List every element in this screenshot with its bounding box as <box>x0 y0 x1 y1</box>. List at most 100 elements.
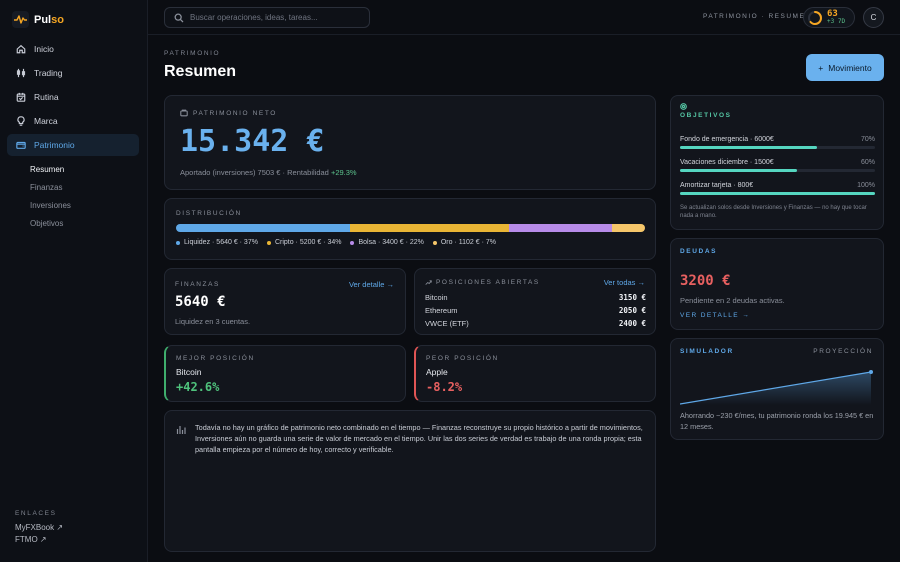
trend-up-icon <box>425 280 432 285</box>
legend-dot-icon <box>176 240 180 245</box>
add-movement-button[interactable]: + Movimiento <box>806 54 884 81</box>
bulb-icon <box>17 116 25 126</box>
net-worth-card: PATRIMONIO NETO 15.342 € Aportado (inver… <box>164 95 656 190</box>
simulator-card: SIMULADOR PROYECCIÓN Ahorrando ~230 €/me… <box>670 338 884 440</box>
external-links: ENLACES MyFXBook ↗ FTMO ↗ <box>15 510 63 547</box>
legend-label: Cripto · 5200 € · 34% <box>274 239 342 246</box>
goal-progress-track <box>680 192 875 195</box>
target-icon <box>680 103 687 110</box>
sidebar-item-label: Marca <box>34 116 58 126</box>
worst-position-value: -8.2% <box>426 380 463 394</box>
subnav-item-objetivos[interactable]: Objetivos <box>30 214 71 232</box>
worst-position-name: Apple <box>426 367 448 377</box>
legend-item: Bolsa · 3400 € · 22% <box>350 239 424 246</box>
goal-item[interactable]: Amortizar tarjeta · 800€ 100% <box>680 182 875 205</box>
wallet-icon <box>16 141 26 149</box>
finances-value: 5640 € <box>175 294 226 310</box>
sidebar-item-label: Inicio <box>34 44 54 54</box>
link-myfxbook[interactable]: MyFXBook ↗ <box>15 523 63 535</box>
goal-percent: 100% <box>857 182 875 189</box>
debts-sub: Pendiente en 2 deudas activas. <box>680 296 785 305</box>
brand-logo[interactable]: Pulso <box>12 11 64 28</box>
distribution-label: DISTRIBUCIÓN <box>176 210 242 217</box>
list-item[interactable]: Bitcoin 3150 € <box>425 291 646 304</box>
breadcrumb: PATRIMONIO · RESUMEN <box>703 13 812 20</box>
subnav-item-inversiones[interactable]: Inversiones <box>30 196 71 214</box>
distribution-card: DISTRIBUCIÓN Liquidez · 5640 € · 37% Crip… <box>164 198 656 260</box>
search-input[interactable] <box>190 13 360 22</box>
legend-dot-icon <box>432 240 437 245</box>
subnav-item-resumen[interactable]: Resumen <box>30 160 71 178</box>
legend-dot-icon <box>350 240 355 245</box>
distribution-segment <box>349 224 509 232</box>
projection-endpoint <box>869 370 873 374</box>
goal-item[interactable]: Vacaciones diciembre · 1500€ 60% <box>680 159 875 182</box>
finances-card: FINANZAS Ver detalle → 5640 € Liquidez e… <box>164 268 406 335</box>
finances-label: FINANZAS <box>175 281 220 288</box>
best-position-label: MEJOR POSICIÓN <box>176 355 255 362</box>
debts-detail-link[interactable]: VER DETALLE → <box>680 312 750 319</box>
goals-header: OBJETIVOS <box>680 103 732 119</box>
projection-line-chart <box>680 370 873 405</box>
chart-placeholder-note: Todavía no hay un gráfico de patrimonio … <box>164 410 656 552</box>
page-title: Resumen <box>164 63 237 80</box>
debts-value: 3200 € <box>680 273 731 289</box>
goals-note: Se actualizan solos desde Inversiones y … <box>680 205 867 219</box>
sidebar-item-patrimonio[interactable]: Patrimonio <box>7 134 139 156</box>
positions-label: POSICIONES ABIERTAS <box>425 279 540 286</box>
home-icon <box>16 44 26 54</box>
debts-card: DEUDAS 3200 € Pendiente en 2 deudas acti… <box>670 238 884 330</box>
search-box[interactable] <box>164 7 370 28</box>
streak-ring-icon <box>808 10 822 25</box>
goals-card: OBJETIVOS Fondo de emergencia · 6000€ 70%… <box>670 95 884 230</box>
wallet-icon <box>180 109 188 117</box>
bar-chart-icon <box>176 426 186 434</box>
worst-position-label: PEOR POSICIÓN <box>426 355 499 362</box>
goal-progress-fill <box>680 169 797 172</box>
goal-label: Fondo de emergencia · 6000€ <box>680 136 774 143</box>
subnav-item-finanzas[interactable]: Finanzas <box>30 178 71 196</box>
goal-progress-fill <box>680 146 817 149</box>
brand-name: Pulso <box>34 13 64 26</box>
finances-detail-link[interactable]: Ver detalle → <box>349 280 394 289</box>
button-label: Movimiento <box>828 62 872 73</box>
link-ftmo[interactable]: FTMO ↗ <box>15 535 63 547</box>
avatar[interactable]: C <box>863 7 884 28</box>
patrimonio-subnav: Resumen Finanzas Inversiones Objetivos <box>30 160 71 232</box>
sidebar-item-label: Patrimonio <box>34 140 75 150</box>
best-position-name: Bitcoin <box>176 367 202 377</box>
sidebar-item-marca[interactable]: Marca <box>7 110 139 132</box>
goals-list: Fondo de emergencia · 6000€ 70% Vacaciones… <box>680 136 875 205</box>
sidebar-item-trading[interactable]: Trading <box>7 62 139 84</box>
legend-item: Liquidez · 5640 € · 37% <box>176 239 258 246</box>
projection-label: PROYECCIÓN <box>813 348 873 355</box>
streak-badge[interactable]: 63 +3 7D <box>803 7 855 28</box>
list-item[interactable]: VWCE (ETF) 2400 € <box>425 317 646 330</box>
pulse-logo-icon <box>12 11 29 28</box>
best-position-card[interactable]: MEJOR POSICIÓN Bitcoin +42.6% <box>164 345 406 402</box>
list-item[interactable]: Ethereum 2050 € <box>425 304 646 317</box>
note-text: Todavía no hay un gráfico de patrimonio … <box>195 423 643 454</box>
goal-progress-track <box>680 146 875 149</box>
main-nav: Inicio Trading Rutina Marca Patrimonio <box>7 38 139 158</box>
goal-label: Vacaciones diciembre · 1500€ <box>680 159 774 166</box>
sidebar: Pulso Inicio Trading Rutina Marca Patrim… <box>0 0 148 562</box>
positions-card: POSICIONES ABIERTAS Ver todas → Bitcoin 3… <box>414 268 656 335</box>
distribution-segment <box>508 224 613 232</box>
sidebar-item-rutina[interactable]: Rutina <box>7 86 139 108</box>
legend-label: Bolsa · 3400 € · 22% <box>358 239 424 246</box>
goal-item[interactable]: Fondo de emergencia · 6000€ 70% <box>680 136 875 159</box>
net-worth-value: 15.342 € <box>180 124 325 159</box>
net-worth-label: PATRIMONIO NETO <box>180 109 277 117</box>
best-worst-row: MEJOR POSICIÓN Bitcoin +42.6% PEOR POSIC… <box>164 345 656 402</box>
sidebar-item-label: Trading <box>34 68 63 78</box>
distribution-bar <box>176 224 645 232</box>
sidebar-item-inicio[interactable]: Inicio <box>7 38 139 60</box>
return-value: +29.3% <box>330 168 357 177</box>
worst-position-card[interactable]: PEOR POSICIÓN Apple -8.2% <box>414 345 656 402</box>
goals-label: OBJETIVOS <box>680 112 732 119</box>
search-icon <box>174 13 184 22</box>
page-eyebrow: PATRIMONIO <box>164 50 221 57</box>
candles-icon <box>16 68 26 78</box>
positions-all-link[interactable]: Ver todas → <box>604 278 645 287</box>
